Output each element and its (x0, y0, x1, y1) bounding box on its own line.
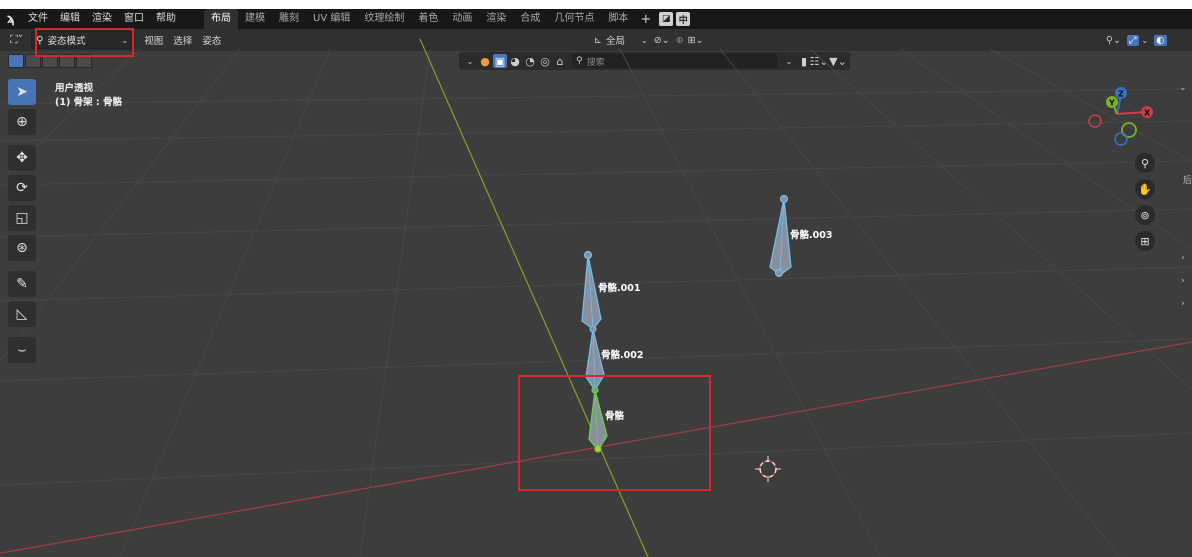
bone-003-label: 骨骼.003 (790, 229, 832, 241)
perspective-toggle-icon[interactable]: ⊞ (1135, 231, 1155, 251)
move-tool-icon[interactable]: ✥ (8, 145, 36, 171)
bone-002-label: 骨骼.002 (601, 349, 643, 361)
select-tool-icon[interactable]: ➤ (8, 79, 36, 105)
relax-pose-tool-icon[interactable]: ⌣ (8, 337, 36, 363)
scale-tool-icon[interactable]: ◱ (8, 205, 36, 231)
sidebar-edge-label: 后 (1183, 176, 1192, 186)
bone-root-label: 骨骼 (605, 410, 625, 422)
zoom-icon[interactable]: ⚲ (1135, 153, 1155, 173)
measure-tool-icon[interactable]: ◺ (8, 301, 36, 327)
gizmo-z-label: Z (1118, 90, 1124, 99)
viewport-canvas[interactable]: 骨骼.003 骨骼.001 骨骼.002 骨骼 Z X Y (0, 9, 1192, 557)
gizmo-x-label: X (1144, 109, 1151, 118)
pan-hand-icon[interactable]: ✋ (1135, 179, 1155, 199)
sidebar-expand-icon[interactable]: › (1181, 299, 1185, 309)
viewport-info: 用户透视 (1) 骨架 : 骨骼 (55, 82, 122, 110)
bone-003[interactable]: 骨骼.003 (769, 194, 832, 278)
3d-cursor-icon[interactable] (755, 456, 781, 482)
tool-shelf: ➤ ⊕ ✥ ⟳ ◱ ⊛ ✎ ◺ ⌣ (8, 79, 38, 367)
sidebar-expand-icon[interactable]: › (1181, 276, 1185, 286)
annotate-tool-icon[interactable]: ✎ (8, 271, 36, 297)
view-name: 用户透视 (55, 83, 94, 94)
blender-window: ϡ 文件 编辑 渲染 窗口 帮助 布局 建模 雕刻 UV 编辑 纹理绘制 着色 … (0, 9, 1192, 557)
bone-001[interactable]: 骨骼.001 (581, 250, 640, 330)
orientation-gizmo[interactable]: Z X Y (1088, 87, 1153, 146)
sidebar-collapse-icon[interactable]: ⌄ (1179, 83, 1187, 93)
rotate-tool-icon[interactable]: ⟳ (8, 175, 36, 201)
object-info: (1) 骨架 : 骨骼 (55, 97, 123, 108)
cursor-tool-icon[interactable]: ⊕ (8, 109, 36, 135)
bone-001-label: 骨骼.001 (598, 282, 640, 294)
bone-002[interactable]: 骨骼.002 (585, 325, 643, 392)
bone-root[interactable]: 骨骼 (588, 386, 625, 453)
sidebar-expand-icon[interactable]: › (1181, 253, 1185, 263)
camera-view-icon[interactable]: ⊚ (1135, 205, 1155, 225)
y-axis-line (419, 38, 649, 557)
transform-tool-icon[interactable]: ⊛ (8, 235, 36, 261)
gizmo-y-label: Y (1108, 99, 1115, 108)
